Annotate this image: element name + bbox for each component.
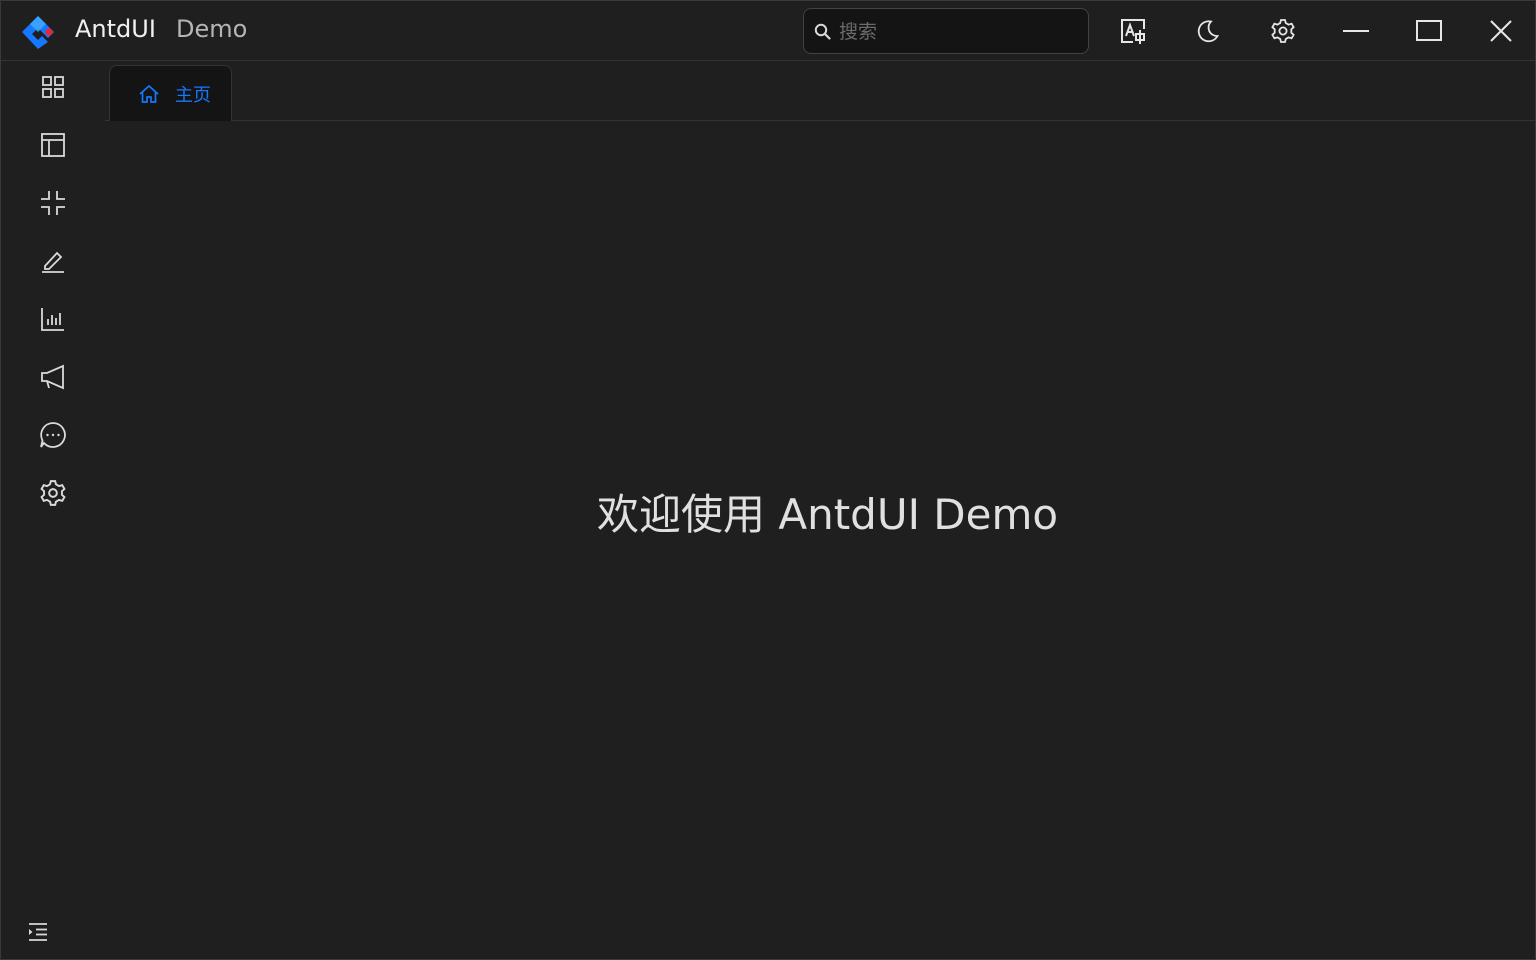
search-icon <box>814 23 831 40</box>
edit-icon <box>42 251 64 273</box>
antd-logo-icon <box>22 16 54 49</box>
search-box[interactable] <box>803 8 1089 55</box>
sidebar-collapse-button[interactable] <box>21 915 55 949</box>
compress-icon <box>41 191 65 215</box>
close-button[interactable] <box>1479 9 1523 53</box>
sidebar-item-overview[interactable] <box>29 63 77 111</box>
menu-indent-icon <box>29 923 47 941</box>
moon-icon <box>1197 20 1220 43</box>
tab-strip: 主页 <box>105 61 1535 121</box>
app-window: AntdUI Demo 搜索 主页 欢迎使用 AntdUI Demo <box>0 0 1536 960</box>
tab-label: 主页 <box>175 84 211 106</box>
gear-icon <box>1271 19 1295 43</box>
sidebar-item-chart[interactable] <box>29 295 77 343</box>
bar-chart-icon <box>41 308 64 331</box>
translate-button[interactable] <box>1111 9 1155 53</box>
app-title: AntdUI <box>75 15 156 43</box>
notification-icon <box>41 364 64 390</box>
sidebar-item-layout[interactable] <box>29 121 77 169</box>
sidebar-item-message[interactable] <box>29 411 77 459</box>
sidebar-item-settings[interactable] <box>29 469 77 517</box>
sidebar-item-edit[interactable] <box>29 237 77 285</box>
welcome-text: 欢迎使用 AntdUI Demo <box>597 490 1059 539</box>
sidebar-item-compress[interactable] <box>29 179 77 227</box>
home-icon <box>139 84 159 103</box>
maximize-icon <box>1416 20 1442 41</box>
sidebar <box>1 61 105 959</box>
settings-button[interactable] <box>1261 9 1305 53</box>
close-icon <box>1490 20 1512 42</box>
appstore-icon <box>42 76 64 98</box>
sidebar-item-notification[interactable] <box>29 353 77 401</box>
app-subtitle: Demo <box>176 15 248 43</box>
minimize-icon <box>1343 30 1369 32</box>
theme-toggle-button[interactable] <box>1186 9 1230 53</box>
translate-icon <box>1121 19 1145 44</box>
tab-home[interactable]: 主页 <box>109 65 232 121</box>
minimize-button[interactable] <box>1334 9 1378 53</box>
layout-icon <box>41 133 65 157</box>
message-icon <box>40 422 66 448</box>
title-bar: AntdUI Demo <box>1 1 1535 61</box>
setting-icon <box>40 480 66 506</box>
search-input[interactable] <box>837 9 1081 55</box>
main-content: 欢迎使用 AntdUI Demo <box>105 121 1535 959</box>
maximize-button[interactable] <box>1407 9 1451 53</box>
